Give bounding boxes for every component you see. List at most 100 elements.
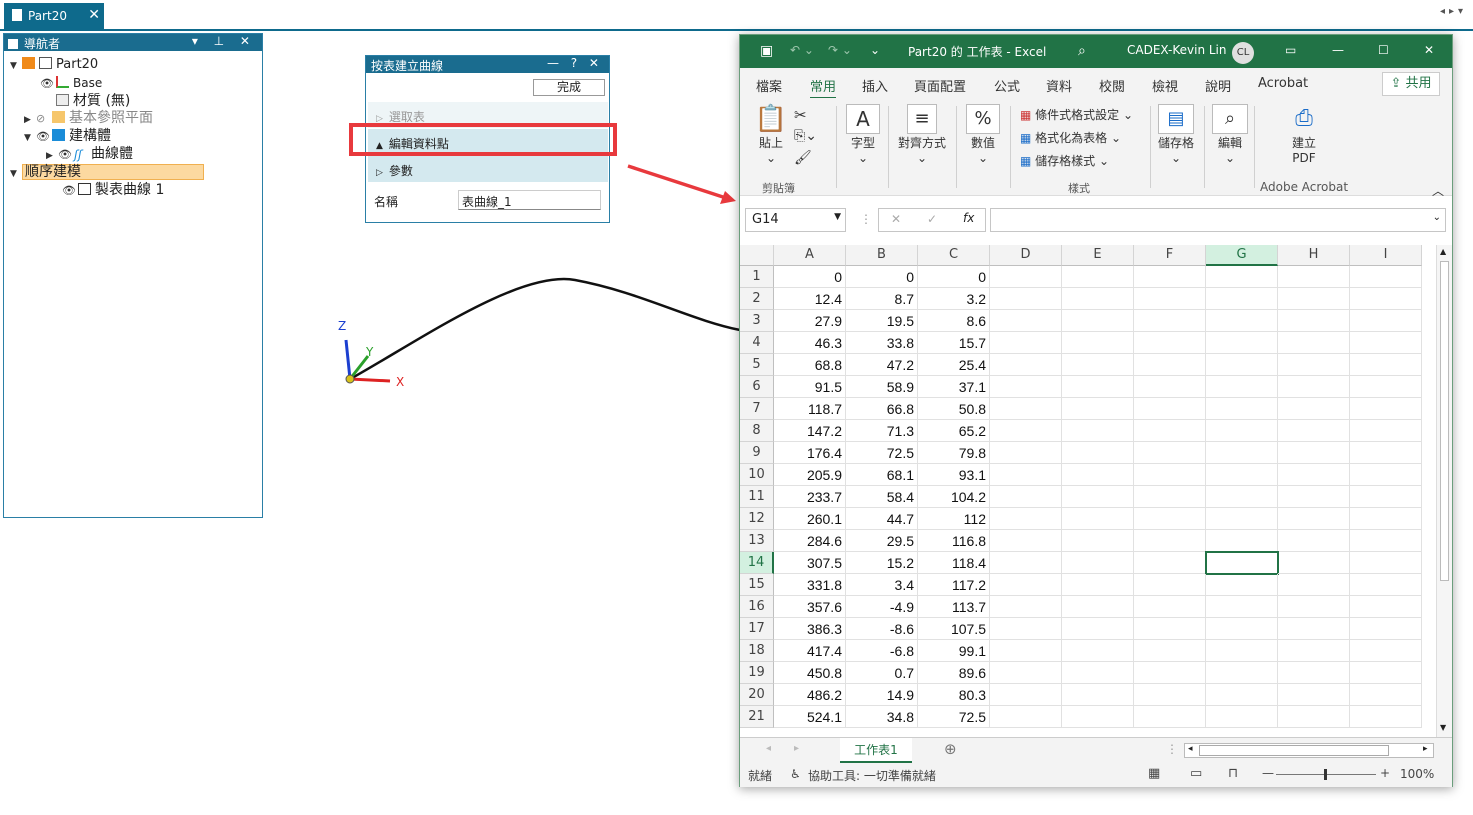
cell-b6[interactable]: 58.9	[846, 376, 918, 398]
tab-data[interactable]: 資料	[1046, 76, 1072, 95]
cell-i5[interactable]	[1350, 354, 1422, 376]
cell-d18[interactable]	[990, 640, 1062, 662]
cell-b21[interactable]: 34.8	[846, 706, 918, 728]
cell-b18[interactable]: -6.8	[846, 640, 918, 662]
cell-e12[interactable]	[1062, 508, 1134, 530]
cell-b2[interactable]: 8.7	[846, 288, 918, 310]
cell-e1[interactable]	[1062, 266, 1134, 288]
cell-d19[interactable]	[990, 662, 1062, 684]
normal-view-icon[interactable]: ▦	[1148, 766, 1160, 781]
column-header-i[interactable]: I	[1350, 245, 1422, 266]
cell-d11[interactable]	[990, 486, 1062, 508]
cell-g3[interactable]	[1206, 310, 1278, 332]
cell-i12[interactable]	[1350, 508, 1422, 530]
cell-i14[interactable]	[1350, 552, 1422, 574]
cell-a17[interactable]: 386.3	[774, 618, 846, 640]
scroll-up-icon[interactable]: ▲	[1440, 247, 1446, 256]
row-header-14[interactable]: 14	[740, 552, 774, 574]
column-header-e[interactable]: E	[1062, 245, 1134, 266]
cell-h5[interactable]	[1278, 354, 1350, 376]
vertical-scrollbar[interactable]: ▲ ▼	[1436, 245, 1452, 737]
cell-f13[interactable]	[1134, 530, 1206, 552]
cell-g7[interactable]	[1206, 398, 1278, 420]
zoom-in-icon[interactable]: +	[1380, 766, 1390, 780]
row-header-2[interactable]: 2	[740, 288, 774, 310]
cell-e3[interactable]	[1062, 310, 1134, 332]
cell-a11[interactable]: 233.7	[774, 486, 846, 508]
cell-i11[interactable]	[1350, 486, 1422, 508]
cell-g20[interactable]	[1206, 684, 1278, 706]
row-header-21[interactable]: 21	[740, 706, 774, 728]
next-sheet-icon[interactable]: ▸	[794, 743, 799, 754]
cell-a2[interactable]: 12.4	[774, 288, 846, 310]
cell-e17[interactable]	[1062, 618, 1134, 640]
alignment-button[interactable]: ≡ 對齊方式 ⌄	[894, 104, 950, 165]
share-button[interactable]: ⇪ 共用	[1382, 72, 1440, 96]
cell-d4[interactable]	[990, 332, 1062, 354]
cell-g4[interactable]	[1206, 332, 1278, 354]
column-header-a[interactable]: A	[774, 245, 846, 266]
cell-d5[interactable]	[990, 354, 1062, 376]
column-header-b[interactable]: B	[846, 245, 918, 266]
cell-b7[interactable]: 66.8	[846, 398, 918, 420]
cell-c3[interactable]: 8.6	[918, 310, 990, 332]
cell-g8[interactable]	[1206, 420, 1278, 442]
hscroll-thumb[interactable]	[1199, 745, 1389, 756]
row-header-13[interactable]: 13	[740, 530, 774, 552]
cell-i8[interactable]	[1350, 420, 1422, 442]
row-header-9[interactable]: 9	[740, 442, 774, 464]
accessibility-status[interactable]: 協助工具: 一切準備就緒	[808, 767, 936, 784]
column-header-h[interactable]: H	[1278, 245, 1350, 266]
row-header-5[interactable]: 5	[740, 354, 774, 376]
cell-a4[interactable]: 46.3	[774, 332, 846, 354]
cell-h19[interactable]	[1278, 662, 1350, 684]
format-painter-icon[interactable]: 🖌	[794, 150, 812, 166]
zoom-level[interactable]: 100%	[1400, 767, 1434, 781]
cell-f7[interactable]	[1134, 398, 1206, 420]
select-all-corner[interactable]	[740, 245, 774, 266]
cell-c2[interactable]: 3.2	[918, 288, 990, 310]
cell-f18[interactable]	[1134, 640, 1206, 662]
cell-d16[interactable]	[990, 596, 1062, 618]
cell-c14[interactable]: 118.4	[918, 552, 990, 574]
horizontal-scrollbar[interactable]: ◂ ▸	[1184, 743, 1434, 758]
cell-g12[interactable]	[1206, 508, 1278, 530]
cell-g5[interactable]	[1206, 354, 1278, 376]
cell-a16[interactable]: 357.6	[774, 596, 846, 618]
cell-d17[interactable]	[990, 618, 1062, 640]
cell-e16[interactable]	[1062, 596, 1134, 618]
cell-h11[interactable]	[1278, 486, 1350, 508]
cell-e10[interactable]	[1062, 464, 1134, 486]
sheet-tab[interactable]: 工作表1	[840, 738, 912, 763]
zoom-out-icon[interactable]: —	[1262, 766, 1274, 780]
cell-b10[interactable]: 68.1	[846, 464, 918, 486]
redo-icon[interactable]: ↷ ⌄	[828, 43, 852, 57]
scroll-left-icon[interactable]: ◂	[1188, 744, 1193, 754]
cell-g16[interactable]	[1206, 596, 1278, 618]
cell-h2[interactable]	[1278, 288, 1350, 310]
cell-i10[interactable]	[1350, 464, 1422, 486]
copy-icon[interactable]: ⎘⌄	[794, 128, 817, 144]
cell-g9[interactable]	[1206, 442, 1278, 464]
row-header-18[interactable]: 18	[740, 640, 774, 662]
undo-icon[interactable]: ↶ ⌄	[790, 43, 814, 57]
cell-i20[interactable]	[1350, 684, 1422, 706]
cell-e11[interactable]	[1062, 486, 1134, 508]
page-layout-view-icon[interactable]: ▭	[1190, 766, 1202, 781]
cell-a3[interactable]: 27.9	[774, 310, 846, 332]
cell-c20[interactable]: 80.3	[918, 684, 990, 706]
cell-b1[interactable]: 0	[846, 266, 918, 288]
cell-i1[interactable]	[1350, 266, 1422, 288]
cell-a10[interactable]: 205.9	[774, 464, 846, 486]
cell-f14[interactable]	[1134, 552, 1206, 574]
cell-b15[interactable]: 3.4	[846, 574, 918, 596]
cell-c17[interactable]: 107.5	[918, 618, 990, 640]
cell-a19[interactable]: 450.8	[774, 662, 846, 684]
cell-d3[interactable]	[990, 310, 1062, 332]
cell-e9[interactable]	[1062, 442, 1134, 464]
cell-g19[interactable]	[1206, 662, 1278, 684]
tab-help[interactable]: 說明	[1205, 76, 1231, 95]
row-header-16[interactable]: 16	[740, 596, 774, 618]
cell-f16[interactable]	[1134, 596, 1206, 618]
cell-c15[interactable]: 117.2	[918, 574, 990, 596]
